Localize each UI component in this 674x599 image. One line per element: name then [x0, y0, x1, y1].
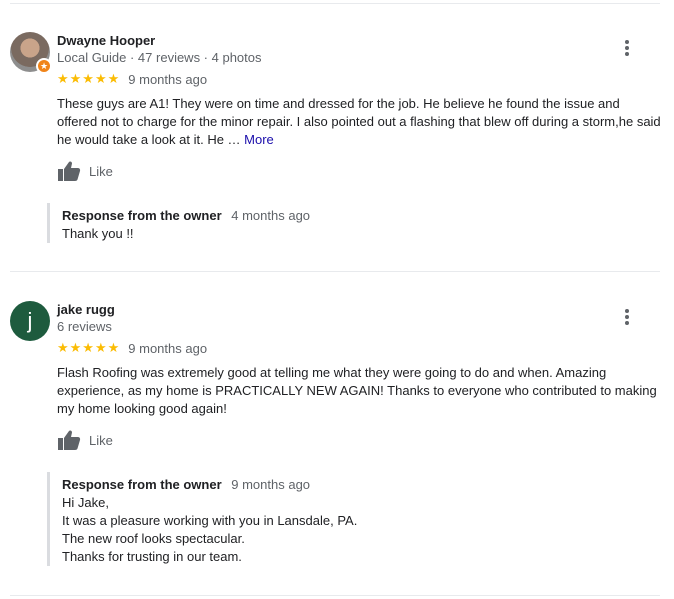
avatar[interactable]: ★ [10, 32, 52, 74]
avatar[interactable]: j [10, 301, 50, 341]
response-time: 4 months ago [231, 208, 311, 223]
star-rating: ★★★★★ [57, 340, 121, 355]
like-label: Like [89, 163, 113, 179]
review-body: These guys are A1! They were on time and… [57, 96, 661, 147]
top-divider [10, 3, 660, 4]
reviewer-meta[interactable]: Local Guide · 47 reviews · 4 photos [57, 50, 262, 65]
reviewer-meta[interactable]: 6 reviews [57, 319, 112, 334]
rating-row: ★★★★★ 9 months ago [57, 340, 207, 356]
reviewer-name[interactable]: jake rugg [57, 302, 115, 317]
response-header: Response from the owner 4 months ago [62, 207, 310, 225]
response-line: It was a pleasure working with you in La… [62, 513, 358, 528]
bottom-divider [10, 595, 660, 596]
review-text: Flash Roofing was extremely good at tell… [57, 365, 657, 416]
more-options-icon[interactable] [616, 307, 638, 329]
owner-response: Response from the owner 4 months ago Tha… [47, 203, 310, 243]
like-button[interactable]: Like [57, 429, 113, 451]
star-rating: ★★★★★ [57, 71, 121, 86]
local-guide-badge-icon: ★ [36, 58, 52, 74]
more-link[interactable]: More [244, 132, 274, 147]
review-time: 9 months ago [128, 340, 208, 356]
response-line: Thanks for trusting in our team. [62, 549, 242, 564]
response-title: Response from the owner [62, 477, 222, 492]
review-time: 9 months ago [128, 71, 208, 87]
avatar-letter: j [10, 301, 50, 341]
response-header: Response from the owner 9 months ago [62, 476, 357, 494]
response-time: 9 months ago [231, 477, 311, 492]
like-button[interactable]: Like [57, 160, 113, 182]
owner-response: Response from the owner 9 months ago Hi … [47, 472, 357, 566]
more-options-icon[interactable] [616, 38, 638, 60]
response-line: The new roof looks spectacular. [62, 531, 245, 546]
thumbs-up-icon [58, 430, 81, 450]
response-line: Thank you !! [62, 226, 134, 241]
response-line: Hi Jake, [62, 495, 109, 510]
like-label: Like [89, 432, 113, 448]
rating-row: ★★★★★ 9 months ago [57, 71, 207, 87]
review-text: These guys are A1! They were on time and… [57, 95, 662, 149]
reviewer-name[interactable]: Dwayne Hooper [57, 33, 155, 48]
thumbs-up-icon [58, 161, 81, 181]
review-divider [10, 271, 660, 272]
response-title: Response from the owner [62, 208, 222, 223]
